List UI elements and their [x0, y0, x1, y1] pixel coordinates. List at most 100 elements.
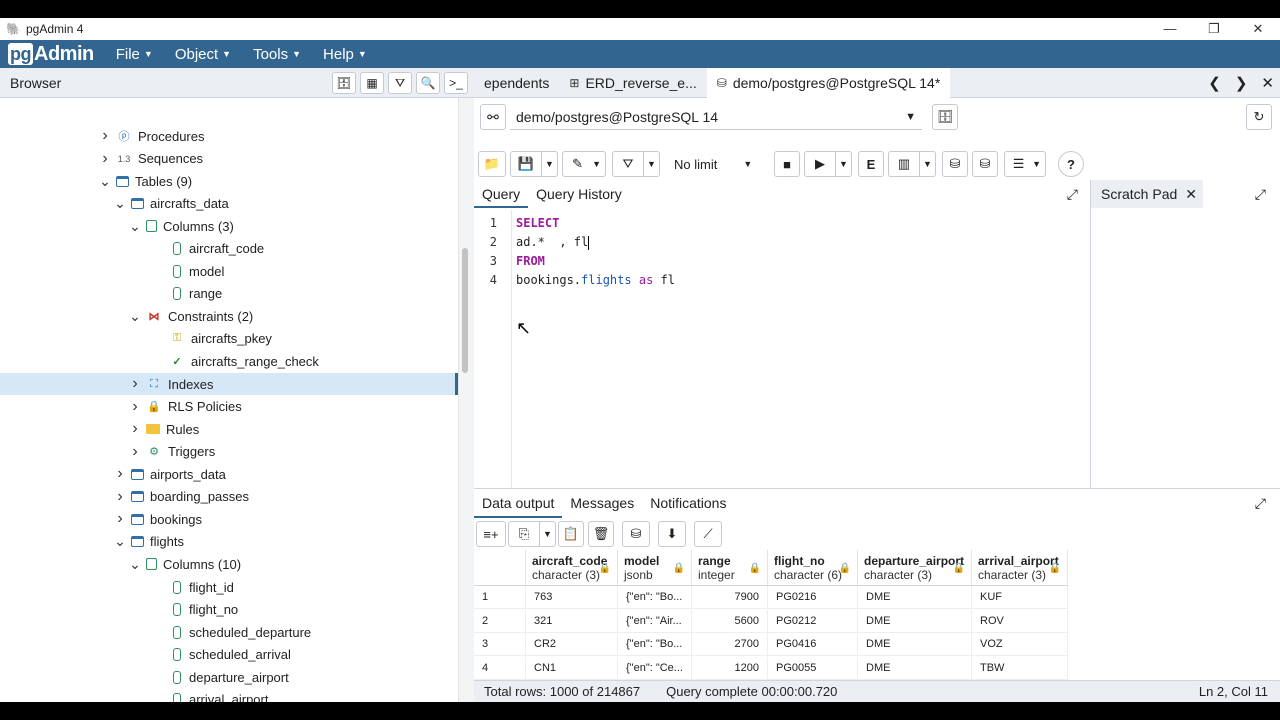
save-file-button[interactable]: 💾 ▼: [510, 151, 558, 177]
table-cell[interactable]: KUF: [972, 586, 1068, 609]
chevron-down-icon[interactable]: ⌄: [113, 195, 127, 212]
tree-node[interactable]: › 1.3 Sequences: [0, 148, 458, 170]
help-button[interactable]: ?: [1058, 151, 1084, 177]
table-cell[interactable]: PG0055: [768, 656, 858, 680]
copy-button[interactable]: ⎘ ▼: [508, 521, 556, 547]
table-cell[interactable]: {"en": "Bo...: [618, 586, 692, 609]
chevron-right-icon[interactable]: ›: [128, 443, 142, 461]
tree-node[interactable]: › bookings: [0, 508, 458, 530]
delete-button[interactable]: 🗑: [588, 521, 614, 547]
chevron-right-icon[interactable]: ›: [128, 398, 142, 416]
chevron-down-icon[interactable]: ⌄: [128, 556, 142, 573]
expand-icon[interactable]: ⤢: [1067, 186, 1078, 203]
chevron-right-icon[interactable]: ›: [98, 150, 112, 168]
grid-scrollbar[interactable]: [1266, 550, 1280, 692]
table-cell[interactable]: CN1: [526, 656, 618, 680]
code-line[interactable]: SELECT: [516, 216, 559, 230]
menu-file[interactable]: File ▼: [116, 46, 153, 63]
menu-tools[interactable]: Tools ▼: [253, 46, 301, 63]
chevron-down-icon[interactable]: ⌄: [98, 173, 112, 190]
expand-icon[interactable]: ⤢: [1255, 495, 1266, 512]
chevron-right-icon[interactable]: ›: [128, 375, 142, 393]
close-icon[interactable]: ✕: [1185, 186, 1197, 203]
code-line[interactable]: bookings.flights as fl: [516, 273, 675, 287]
table-cell[interactable]: PG0216: [768, 586, 858, 609]
view-data-icon[interactable]: ▦: [360, 72, 384, 94]
tree-node[interactable]: flight_no: [0, 599, 458, 621]
tree-node[interactable]: › 🔒 RLS Policies: [0, 396, 458, 418]
chevron-right-icon[interactable]: ›: [113, 488, 127, 506]
menu-help[interactable]: Help ▼: [323, 46, 367, 63]
table-cell[interactable]: 7900: [692, 586, 768, 609]
chevron-right-icon[interactable]: ❯: [1235, 74, 1248, 92]
panel-splitter[interactable]: [458, 98, 474, 702]
close-icon[interactable]: ✕: [1261, 74, 1274, 92]
reset-layout-icon[interactable]: ↻: [1246, 104, 1272, 130]
tab-notifications[interactable]: Notifications: [642, 489, 734, 518]
table-row[interactable]: 4 CN1 {"en": "Ce... 1200 PG0055 DME TBW: [474, 656, 1068, 680]
tree-node[interactable]: › ⓟ Procedures: [0, 125, 458, 147]
tree-node[interactable]: › Rules: [0, 418, 458, 440]
scratch-pad-tab[interactable]: Scratch Pad ✕: [1091, 180, 1203, 208]
tree-node[interactable]: ⚿ aircrafts_pkey: [0, 328, 458, 350]
chevron-down-icon[interactable]: ▼: [539, 522, 555, 546]
database-icon[interactable]: 🗄: [932, 104, 958, 130]
graph-button[interactable]: ⟋: [694, 521, 722, 547]
table-cell[interactable]: DME: [858, 633, 972, 656]
sql-editor[interactable]: 1 2 3 4 SELECT ad.* , fl FROM bookings.f…: [474, 210, 1090, 488]
chevron-down-icon[interactable]: ▼: [919, 152, 935, 176]
chevron-down-icon[interactable]: ⌄: [113, 533, 127, 550]
chevron-right-icon[interactable]: ›: [113, 465, 127, 483]
column-header[interactable]: range integer 🔒: [692, 550, 768, 586]
stop-button[interactable]: ■: [774, 151, 800, 177]
column-header[interactable]: departure_airport character (3) 🔒: [858, 550, 972, 586]
psql-tool-icon[interactable]: >_: [444, 72, 468, 94]
tree-scrollbar[interactable]: [462, 248, 468, 373]
save-data-button[interactable]: ⛁: [622, 521, 650, 547]
tree-node[interactable]: flight_id: [0, 576, 458, 598]
tree-node[interactable]: ⌄ ⋈ Constraints (2): [0, 305, 458, 327]
tree-node[interactable]: ✓ aircrafts_range_check: [0, 351, 458, 373]
filter-button[interactable]: ⛛ ▼: [612, 151, 660, 177]
table-cell[interactable]: DME: [858, 609, 972, 633]
connection-select[interactable]: demo/postgres@PostgreSQL 14 ▼: [510, 104, 922, 130]
chevron-down-icon[interactable]: ⌄: [128, 218, 142, 235]
table-cell[interactable]: 763: [526, 586, 618, 609]
add-row-button[interactable]: ≡+: [476, 521, 506, 547]
rollback-button[interactable]: ⛁: [972, 151, 998, 177]
tab-data-output[interactable]: Data output: [474, 489, 563, 518]
chevron-down-icon[interactable]: ▼: [541, 152, 557, 176]
table-cell[interactable]: 1200: [692, 656, 768, 680]
tree-node[interactable]: departure_airport: [0, 666, 458, 688]
open-file-button[interactable]: 📁: [478, 151, 506, 177]
macros-button[interactable]: ☰ ▼: [1004, 151, 1046, 177]
close-window-button[interactable]: ✕: [1236, 18, 1280, 40]
tree-node[interactable]: › ⛶ Indexes: [0, 373, 458, 396]
tree-node[interactable]: aircraft_code: [0, 238, 458, 260]
tab-dependents[interactable]: ependents: [474, 68, 559, 98]
explain-button[interactable]: E: [858, 151, 884, 177]
table-cell[interactable]: VOZ: [972, 633, 1068, 656]
table-cell[interactable]: {"en": "Bo...: [618, 633, 692, 656]
expand-icon[interactable]: ⤢: [1255, 186, 1266, 203]
object-explorer-icon[interactable]: 🗄: [332, 72, 356, 94]
table-cell[interactable]: DME: [858, 586, 972, 609]
search-icon[interactable]: 🔍: [416, 72, 440, 94]
tree-node[interactable]: ⌄ Columns (10): [0, 553, 458, 575]
table-cell[interactable]: PG0416: [768, 633, 858, 656]
table-row[interactable]: 1 763 {"en": "Bo... 7900 PG0216 DME KUF: [474, 586, 1068, 609]
table-cell[interactable]: DME: [858, 656, 972, 680]
column-header[interactable]: flight_no character (6) 🔒: [768, 550, 858, 586]
column-header[interactable]: aircraft_code character (3) 🔒: [526, 550, 618, 586]
column-header[interactable]: arrival_airport character (3) 🔒: [972, 550, 1068, 586]
tree-node[interactable]: › boarding_passes: [0, 486, 458, 508]
table-cell[interactable]: ROV: [972, 609, 1068, 633]
minimize-button[interactable]: —: [1148, 18, 1192, 40]
row-limit-select[interactable]: No limit ▼: [664, 151, 760, 177]
chevron-down-icon[interactable]: ▼: [835, 152, 851, 176]
table-cell[interactable]: {"en": "Air...: [618, 609, 692, 633]
table-row[interactable]: 2 321 {"en": "Air... 5600 PG0212 DME ROV: [474, 609, 1068, 633]
execute-button[interactable]: ▶ ▼: [804, 151, 852, 177]
explain-analyze-button[interactable]: ▥ ▼: [888, 151, 936, 177]
tab-query-history[interactable]: Query History: [528, 180, 630, 208]
